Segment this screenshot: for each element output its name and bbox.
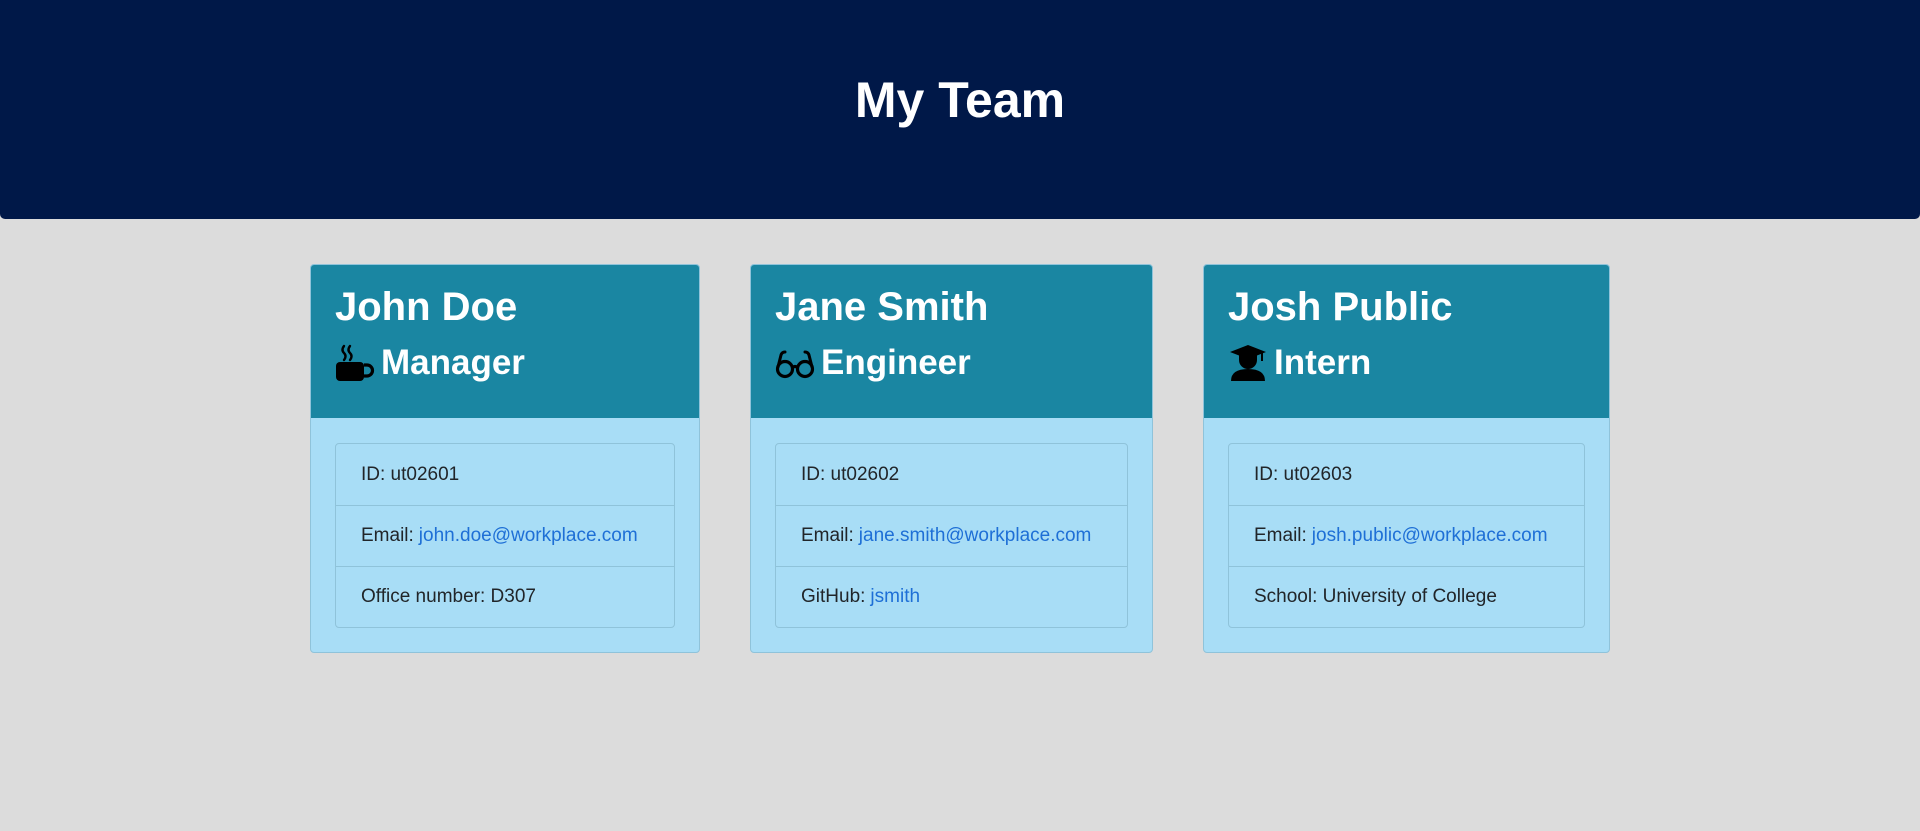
employee-name: Josh Public [1228, 285, 1453, 329]
email-link[interactable]: josh.public@workplace.com [1312, 525, 1548, 547]
employee-name: Jane Smith [775, 285, 989, 329]
card-header: Josh Public Intern [1204, 265, 1609, 418]
details-list: ID: ut02603 Email: josh.public@workplace… [1228, 443, 1585, 628]
email-link[interactable]: john.doe@workplace.com [419, 525, 638, 547]
email-label: Email: [361, 525, 414, 546]
id-row: ID: ut02603 [1229, 444, 1584, 505]
role-label: Intern [1274, 343, 1372, 382]
details-list: ID: ut02601 Email: john.doe@workplace.co… [335, 443, 675, 628]
employee-card-manager: John Doe Manager ID: ut02601 Email: john… [310, 264, 700, 653]
employee-role: Engineer [775, 343, 1128, 383]
id-text: ID: ut02603 [1254, 463, 1353, 485]
card-body: ID: ut02601 Email: john.doe@workplace.co… [311, 418, 699, 652]
details-list: ID: ut02602 Email: jane.smith@workplace.… [775, 443, 1128, 628]
employee-role: Intern [1228, 343, 1585, 383]
employee-card-intern: Josh Public Intern ID: ut02603 Email: jo… [1203, 264, 1610, 653]
email-row: Email: john.doe@workplace.com [336, 505, 674, 566]
role-label: Engineer [821, 343, 971, 382]
school-text: School: University of College [1254, 586, 1497, 607]
employee-card-engineer: Jane Smith Engineer ID: ut02602 Email: j… [750, 264, 1153, 653]
github-label: GitHub: [801, 586, 866, 607]
email-label: Email: [1254, 525, 1307, 546]
graduate-icon [1228, 343, 1268, 383]
card-header: Jane Smith Engineer [751, 265, 1152, 418]
card-header: John Doe Manager [311, 265, 699, 418]
school-row: School: University of College [1229, 566, 1584, 627]
id-row: ID: ut02601 [336, 444, 674, 505]
card-body: ID: ut02602 Email: jane.smith@workplace.… [751, 418, 1152, 652]
employee-role: Manager [335, 343, 675, 383]
id-row: ID: ut02602 [776, 444, 1127, 505]
office-number-row: Office number: D307 [336, 566, 674, 627]
id-text: ID: ut02602 [801, 463, 900, 485]
email-row: Email: jane.smith@workplace.com [776, 505, 1127, 566]
github-link[interactable]: jsmith [870, 586, 920, 608]
email-link[interactable]: jane.smith@workplace.com [859, 525, 1092, 547]
id-text: ID: ut02601 [361, 463, 460, 485]
role-label: Manager [381, 343, 525, 382]
page-header: My Team [0, 0, 1920, 219]
github-row: GitHub: jsmith [776, 566, 1127, 627]
glasses-icon [775, 343, 815, 383]
email-row: Email: josh.public@workplace.com [1229, 505, 1584, 566]
office-number-text: Office number: D307 [361, 586, 536, 607]
coffee-icon [335, 343, 375, 383]
email-label: Email: [801, 525, 854, 546]
card-body: ID: ut02603 Email: josh.public@workplace… [1204, 418, 1609, 652]
employee-name: John Doe [335, 285, 518, 329]
page-title: My Team [854, 71, 1066, 128]
